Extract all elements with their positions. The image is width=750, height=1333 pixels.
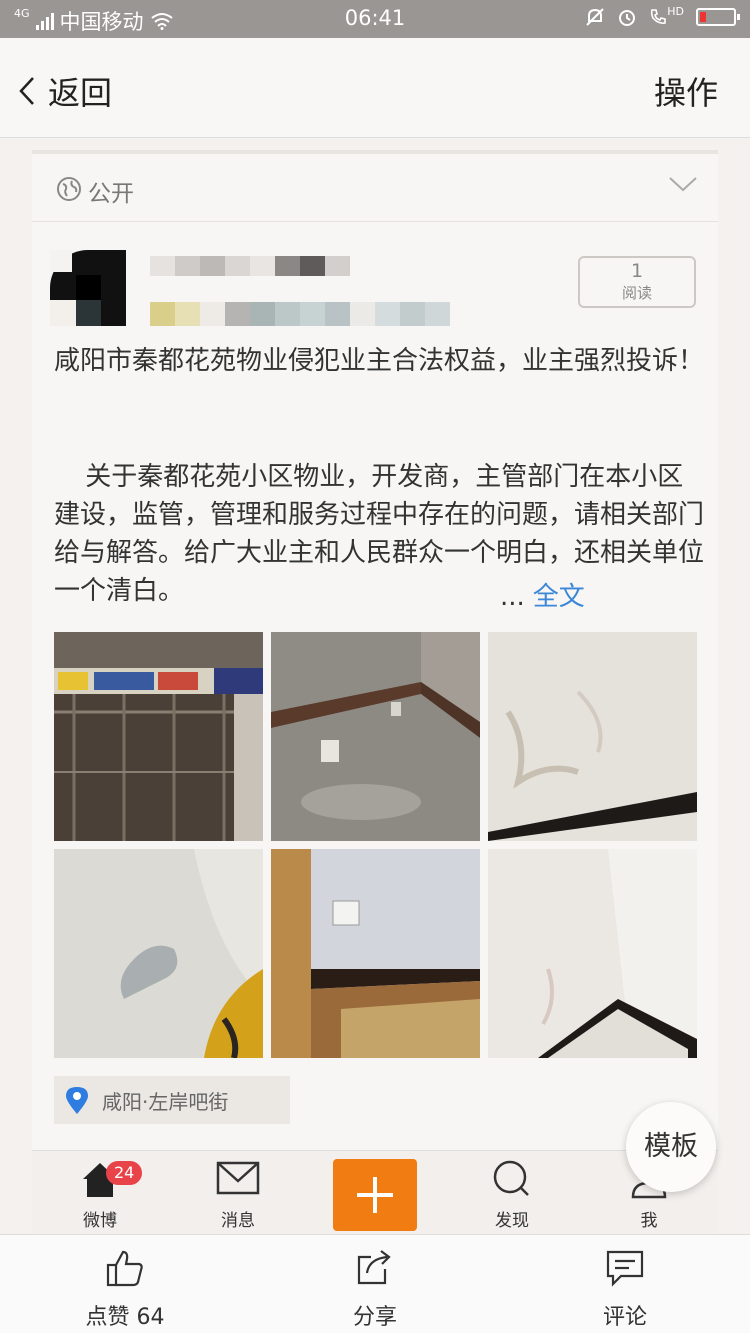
- like-button[interactable]: 点赞 64: [45, 1249, 205, 1331]
- photo-3[interactable]: [488, 632, 697, 841]
- read-count: 1: [630, 260, 644, 282]
- post-card: 公开 1 阅读 咸阳市秦都花苑物业侵犯业主合法权益，业主强烈投诉！ 关于秦都花苑…: [32, 150, 718, 1150]
- weibo-tab-bar: 微博 24 消息 发现 我: [32, 1150, 718, 1234]
- thumbs-up-icon: [106, 1250, 143, 1287]
- battery-icon: [696, 8, 740, 26]
- operations-button[interactable]: 操作: [654, 68, 718, 114]
- read-count-box: 1 阅读: [578, 256, 696, 308]
- tab-messages[interactable]: 消息: [188, 1159, 288, 1231]
- photo-4[interactable]: [54, 849, 263, 1058]
- tab-messages-label: 消息: [221, 1211, 255, 1231]
- nickname-blurred: [150, 256, 350, 276]
- plus-icon: [357, 1177, 393, 1213]
- hd-label: HD: [667, 4, 684, 18]
- location-tag[interactable]: 咸阳·左岸吧街: [54, 1076, 290, 1124]
- status-bar: 4G 中国移动 06:41 HD: [0, 0, 750, 38]
- post-body-text: 关于秦都花苑小区物业，开发商，主管部门在本小区建设，监管，管理和服务过程中存在的…: [54, 462, 704, 606]
- mute-icon: [586, 8, 604, 26]
- location-pin-icon: [66, 1087, 88, 1114]
- comment-icon: [606, 1250, 644, 1287]
- stained-wall-photo: [488, 632, 697, 841]
- photo-1[interactable]: [54, 632, 263, 841]
- avatar[interactable]: [50, 250, 126, 326]
- ellipsis: ...: [500, 582, 525, 612]
- like-label: 点赞 64: [85, 1305, 165, 1330]
- alarm-icon: [619, 10, 636, 26]
- nav-bar: 返回 操作: [0, 38, 750, 138]
- notification-badge: 24: [106, 1161, 143, 1185]
- template-button[interactable]: 模板: [626, 1102, 716, 1192]
- room-corner-photo: [271, 849, 480, 1058]
- tab-discover[interactable]: 发现: [462, 1159, 562, 1231]
- elevator-shaft-photo: [54, 632, 263, 841]
- photo-grid: [54, 632, 697, 1058]
- action-bar: 点赞 64 分享 评论: [0, 1234, 750, 1333]
- post-body: 关于秦都花苑小区物业，开发商，主管部门在本小区建设，监管，管理和服务过程中存在的…: [54, 458, 704, 608]
- tab-discover-label: 发现: [495, 1211, 529, 1231]
- wet-floor-photo: [271, 632, 480, 841]
- location-label: 咸阳·左岸吧街: [102, 1089, 229, 1114]
- tab-me-label: 我: [640, 1211, 658, 1231]
- wall-corner-photo: [488, 849, 697, 1058]
- share-icon: [357, 1250, 391, 1285]
- water-stain-wall-photo: [54, 849, 263, 1058]
- status-icons: HD: [585, 4, 740, 27]
- post-meta-blurred: [150, 302, 450, 326]
- privacy-label: 公开: [88, 181, 134, 207]
- chevron-left-icon: [19, 77, 34, 105]
- envelope-icon: [216, 1161, 260, 1195]
- share-label: 分享: [352, 1305, 397, 1330]
- photo-2[interactable]: [271, 632, 480, 841]
- privacy-selector[interactable]: 公开: [32, 154, 718, 222]
- photo-5[interactable]: [271, 849, 480, 1058]
- comment-label: 评论: [602, 1305, 647, 1330]
- read-label: 阅读: [621, 284, 652, 302]
- globe-icon: [57, 177, 81, 201]
- photo-6[interactable]: [488, 849, 697, 1058]
- search-icon: [493, 1160, 529, 1196]
- tab-weibo[interactable]: 微博 24: [50, 1159, 150, 1231]
- comment-button[interactable]: 评论: [545, 1249, 705, 1331]
- back-button[interactable]: 返回: [18, 68, 112, 114]
- chevron-down-icon: [669, 177, 697, 192]
- compose-button[interactable]: [333, 1159, 417, 1231]
- read-more: ... 全文: [494, 576, 585, 613]
- full-text-link[interactable]: 全文: [533, 582, 585, 612]
- post-title: 咸阳市秦都花苑物业侵犯业主合法权益，业主强烈投诉！: [54, 346, 705, 376]
- share-button[interactable]: 分享: [295, 1249, 455, 1331]
- back-label: 返回: [48, 74, 113, 112]
- call-icon: HD: [649, 4, 684, 26]
- tab-weibo-label: 微博: [83, 1211, 117, 1231]
